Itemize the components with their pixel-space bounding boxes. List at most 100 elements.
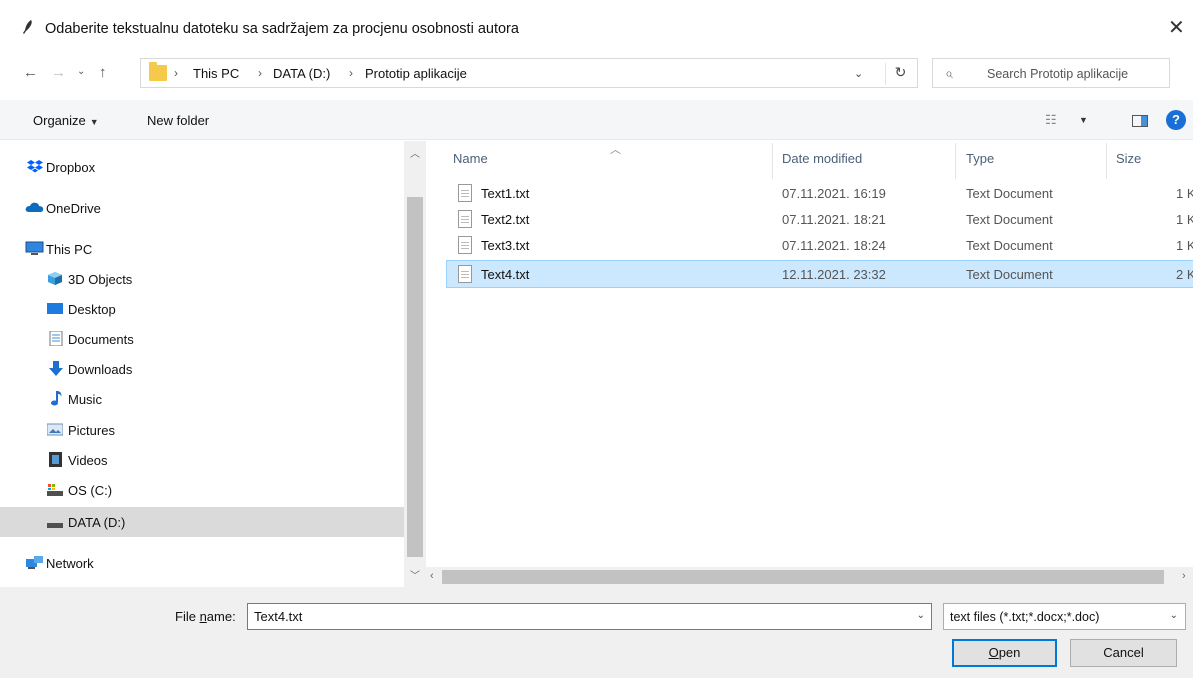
column-header-name[interactable]: Name	[453, 151, 488, 166]
file-type-filter-select[interactable]: text files (*.txt;*.docx;*.doc) ⌄	[943, 603, 1186, 630]
sidebar-item-network[interactable]: Network	[0, 549, 404, 577]
caret-down-icon[interactable]: ▼	[1079, 115, 1088, 125]
column-divider[interactable]	[955, 143, 956, 179]
file-row[interactable]: Text3.txt 07.11.2021. 18:24 Text Documen…	[446, 233, 1193, 259]
new-folder-button[interactable]: New folder	[147, 113, 209, 128]
file-date-modified: 07.11.2021. 16:19	[782, 186, 886, 201]
recent-locations-chevron-icon[interactable]: ⌄	[77, 66, 85, 77]
file-size: 1 KB	[1176, 212, 1193, 227]
drive-icon	[47, 523, 63, 528]
sidebar-item-3d-objects[interactable]: 3D Objects	[0, 265, 404, 293]
sidebar-item-dropbox[interactable]: Dropbox	[0, 153, 404, 181]
sidebar-item-downloads[interactable]: Downloads	[0, 355, 404, 383]
file-size: 1 KB	[1176, 186, 1193, 201]
file-row[interactable]: Text1.txt 07.11.2021. 16:19 Text Documen…	[446, 181, 1193, 207]
scrollbar-thumb[interactable]	[407, 197, 423, 557]
cancel-button[interactable]: Cancel	[1070, 639, 1177, 667]
sidebar-item-label: Downloads	[68, 362, 133, 377]
sidebar-item-label: 3D Objects	[68, 272, 133, 287]
address-bar[interactable]: › This PC › DATA (D:) › Prototip aplikac…	[140, 58, 918, 88]
file-name: Text1.txt	[481, 186, 530, 201]
forward-arrow-icon[interactable]: →	[51, 64, 66, 81]
sidebar-item-data-d[interactable]: DATA (D:)	[0, 507, 404, 537]
music-note-icon	[51, 391, 62, 406]
chevron-down-icon: ⌄	[1169, 610, 1178, 621]
file-size: 2 KB	[1176, 267, 1193, 282]
sidebar-item-label: Desktop	[68, 302, 116, 317]
search-icon: ⌕	[945, 65, 953, 81]
breadcrumb-prototip[interactable]: Prototip aplikacije	[365, 66, 467, 81]
sidebar-item-desktop[interactable]: Desktop	[0, 295, 404, 323]
sidebar-item-label: Music	[68, 392, 102, 407]
videos-icon	[49, 452, 62, 467]
open-button[interactable]: Open	[952, 639, 1057, 667]
sidebar-item-label: OS (C:)	[68, 483, 113, 498]
up-arrow-icon[interactable]: ↑	[99, 64, 107, 81]
column-header-date-modified[interactable]: Date modified	[782, 151, 862, 166]
sidebar-item-pictures[interactable]: Pictures	[0, 416, 404, 444]
file-row-selected[interactable]: Text4.txt 12.11.2021. 23:32 Text Documen…	[446, 260, 1193, 288]
close-icon[interactable]: ✕	[1168, 18, 1185, 38]
sidebar-item-label: OneDrive	[46, 201, 101, 216]
sidebar-item-label: Dropbox	[46, 160, 96, 175]
file-name-label: File name:	[175, 609, 236, 624]
sidebar-item-os-c[interactable]: OS (C:)	[0, 476, 404, 504]
column-header-type[interactable]: Type	[966, 151, 994, 166]
scroll-down-arrow-icon[interactable]: ﹀	[410, 567, 420, 582]
breadcrumb-this-pc[interactable]: This PC	[193, 66, 239, 81]
search-box[interactable]: ⌕ Search Prototip aplikacije	[932, 58, 1170, 88]
file-date-modified: 07.11.2021. 18:24	[782, 238, 886, 253]
nav-vertical-scrollbar[interactable]: ︿ ﹀	[404, 141, 426, 587]
breadcrumb-data-d[interactable]: DATA (D:)	[273, 66, 330, 81]
scroll-right-arrow-icon[interactable]: ›	[1182, 570, 1186, 582]
organize-button[interactable]: Organize ▼	[33, 113, 99, 128]
file-type: Text Document	[966, 186, 1053, 201]
sidebar-item-label: Documents	[68, 332, 134, 347]
chevron-down-icon[interactable]: ⌄	[917, 610, 925, 621]
address-dropdown-chevron-icon[interactable]: ⌄	[854, 67, 863, 80]
file-row[interactable]: Text2.txt 07.11.2021. 18:21 Text Documen…	[446, 207, 1193, 233]
computer-icon	[25, 241, 44, 255]
text-file-icon	[458, 184, 472, 202]
file-list: ︿ Name Date modified Type Size Text1.txt…	[426, 141, 1193, 587]
preview-pane-icon[interactable]	[1132, 115, 1148, 127]
file-type: Text Document	[966, 267, 1053, 282]
sidebar-item-documents[interactable]: Documents	[0, 325, 404, 353]
file-type: Text Document	[966, 238, 1053, 253]
scroll-up-arrow-icon[interactable]: ︿	[410, 145, 420, 160]
back-arrow-icon[interactable]: ←	[23, 64, 38, 81]
file-type-filter-value: text files (*.txt;*.docx;*.doc)	[950, 610, 1100, 624]
scroll-left-arrow-icon[interactable]: ‹	[430, 570, 434, 582]
search-input[interactable]: Search Prototip aplikacije	[987, 67, 1128, 81]
file-name-label-accesskey: n	[199, 609, 207, 624]
breadcrumb-separator-icon: ›	[349, 66, 353, 80]
sidebar-item-label: Network	[46, 556, 94, 571]
sidebar-item-videos[interactable]: Videos	[0, 446, 404, 474]
column-header-size[interactable]: Size	[1116, 151, 1141, 166]
file-name-label-part: ame:	[206, 609, 236, 624]
file-name-input[interactable]	[248, 604, 898, 629]
sidebar-item-label: This PC	[46, 242, 93, 257]
sort-ascending-icon: ︿	[610, 144, 621, 156]
onedrive-icon	[25, 202, 44, 212]
file-list-horizontal-scrollbar[interactable]: ‹ ›	[426, 567, 1193, 587]
documents-icon	[49, 331, 63, 346]
help-icon[interactable]: ?	[1166, 110, 1186, 130]
sidebar-item-onedrive[interactable]: OneDrive	[0, 194, 404, 222]
sidebar-item-this-pc[interactable]: This PC	[0, 235, 404, 263]
refresh-icon[interactable]: ↻	[885, 63, 915, 85]
file-name-combobox[interactable]: ⌄	[247, 603, 932, 630]
view-options-icon[interactable]: ☷	[1045, 112, 1057, 128]
file-name: Text2.txt	[481, 212, 530, 227]
file-type: Text Document	[966, 212, 1053, 227]
scrollbar-thumb[interactable]	[442, 570, 1164, 584]
sidebar-item-music[interactable]: Music	[0, 385, 404, 413]
address-row: ← → ⌄ ↑ › This PC › DATA (D:) › Prototip…	[0, 52, 1193, 96]
sidebar-item-label: DATA (D:)	[68, 515, 126, 530]
sidebar-item-label: Pictures	[68, 423, 115, 438]
column-divider[interactable]	[772, 143, 773, 179]
navigation-pane: Dropbox OneDrive This PC 3D Objects Desk…	[0, 141, 426, 587]
column-divider[interactable]	[1106, 143, 1107, 179]
file-name-label-part: File	[175, 609, 200, 624]
dropbox-icon	[27, 160, 43, 173]
